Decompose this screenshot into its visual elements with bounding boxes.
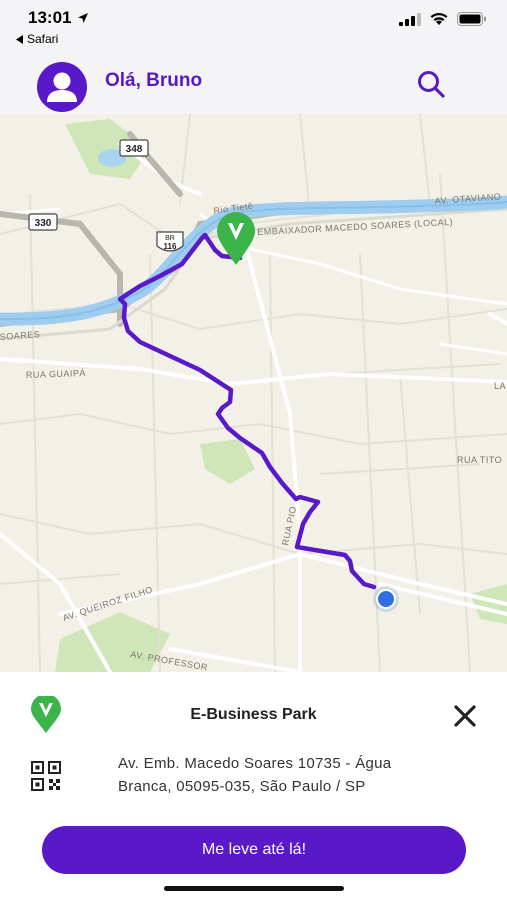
- location-arrow-icon: [78, 13, 89, 23]
- navigate-button[interactable]: Me leve até lá!: [42, 826, 466, 874]
- map-canvas[interactable]: 348 330 BR 116 Rio Tietê AV. EMBAIXADOR …: [0, 114, 507, 672]
- user-avatar[interactable]: [37, 62, 87, 112]
- app-header: Olá, Bruno: [0, 58, 507, 115]
- road-shield-br116: BR 116: [156, 231, 184, 252]
- close-icon: [454, 705, 476, 727]
- street-label-rua-tito: RUA TITO: [457, 455, 502, 465]
- back-to-safari-link[interactable]: Safari: [16, 32, 58, 46]
- road-shield-br116-label-b: 116: [164, 242, 177, 251]
- address-line-1: Av. Emb. Macedo Soares 10735 - Água: [118, 755, 392, 772]
- address-line-2: Branca, 05095-035, São Paulo / SP: [118, 778, 366, 795]
- back-triangle-icon: [16, 34, 23, 44]
- wifi-icon: [430, 12, 448, 25]
- status-bar: 13:01 Safari: [0, 0, 507, 58]
- place-address: Av. Emb. Macedo Soares 10735 - Água Bran…: [118, 752, 458, 798]
- battery-icon: [457, 12, 486, 26]
- back-app-label: Safari: [27, 32, 59, 46]
- road-shield-330-label: 330: [35, 218, 52, 229]
- qr-code-button[interactable]: [31, 761, 61, 796]
- place-title: E-Business Park: [190, 706, 317, 723]
- home-indicator[interactable]: [164, 886, 344, 891]
- road-shield-348: 348: [119, 139, 149, 157]
- qr-code-icon: [31, 761, 61, 791]
- current-location-dot: [373, 586, 399, 612]
- close-button[interactable]: [453, 704, 477, 728]
- road-shield-br116-label-a: BR: [165, 235, 175, 242]
- road-shield-348-label: 348: [126, 144, 143, 155]
- map-view[interactable]: 348 330 BR 116 Rio Tietê AV. EMBAIXADOR …: [0, 114, 507, 672]
- place-details-sheet: E-Business Park Av. Emb. Macedo Soares 1…: [0, 672, 507, 900]
- search-button[interactable]: [413, 66, 449, 102]
- search-icon: [418, 71, 445, 98]
- status-time: 13:01: [28, 8, 89, 28]
- cellular-signal-icon: [399, 12, 421, 26]
- street-label-rua-guaipa: RUA GUAIPÁ: [26, 368, 86, 380]
- road-shield-330: 330: [28, 213, 58, 231]
- user-icon: [47, 72, 77, 102]
- greeting-text: Olá, Bruno: [105, 70, 203, 91]
- status-time-text: 13:01: [28, 8, 72, 27]
- status-icons: [399, 12, 487, 26]
- map-label-la: LA: [494, 381, 506, 391]
